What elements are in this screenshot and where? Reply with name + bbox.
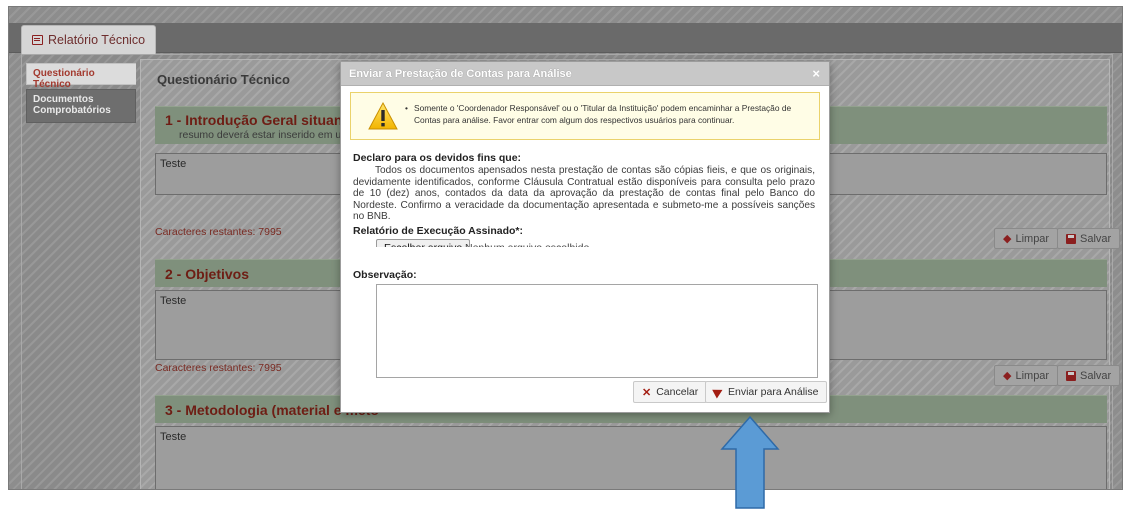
textarea-value: Teste: [160, 295, 187, 307]
textarea-value: Teste: [160, 158, 187, 170]
top-tab-bar: [9, 23, 1122, 53]
cancel-button[interactable]: ✕ Cancelar: [633, 381, 708, 403]
clear-button[interactable]: ◆ Limpar: [994, 365, 1059, 386]
dialog-title: Enviar a Prestação de Contas para Anális…: [349, 68, 572, 80]
close-icon[interactable]: ×: [812, 66, 820, 81]
submit-dialog: Enviar a Prestação de Contas para Anális…: [340, 61, 830, 413]
clear-button[interactable]: ◆ Limpar: [994, 228, 1059, 249]
section-textarea[interactable]: Teste: [155, 426, 1107, 489]
textarea-value: Teste: [160, 431, 187, 443]
floppy-icon: [1066, 370, 1076, 381]
screen: Relatório Técnico Questionário Técnico D…: [0, 0, 1131, 510]
dialog-header: Enviar a Prestação de Contas para Anális…: [341, 62, 829, 86]
vtab-questionario-tecnico[interactable]: Questionário Técnico: [26, 63, 136, 90]
tab-label: Relatório Técnico: [48, 33, 146, 47]
close-icon: ✕: [642, 386, 652, 399]
warning-icon: [368, 101, 398, 130]
report-icon: [32, 35, 43, 45]
warning-message: • Somente o 'Coordenador Responsável' ou…: [405, 103, 792, 125]
observacao-label: Observação:: [353, 269, 417, 281]
declaration-heading: Declaro para os devidos fins que:: [353, 152, 522, 164]
section-subtitle: resumo deverá estar inserido em um: [179, 129, 350, 141]
section-title: 2 - Objetivos: [165, 266, 250, 282]
declaration-text: Todos os documentos apensados nesta pres…: [353, 165, 815, 222]
eraser-icon: ◆: [1003, 233, 1012, 245]
remaining-chars: Caracteres restantes: 7995: [155, 362, 282, 374]
save-button[interactable]: Salvar: [1057, 228, 1121, 249]
panel-title: Questionário Técnico: [157, 72, 290, 87]
file-row-clip: [349, 247, 823, 257]
floppy-icon: [1066, 233, 1076, 244]
send-for-analysis-button[interactable]: Enviar para Análise: [705, 381, 828, 403]
warning-box: • Somente o 'Coordenador Responsável' ou…: [350, 92, 820, 140]
eraser-icon: ◆: [1003, 370, 1012, 382]
vtab-documentos-comprobatorios[interactable]: Documentos Comprobatórios: [26, 89, 136, 123]
save-button[interactable]: Salvar: [1057, 365, 1121, 386]
up-arrow-annotation: [720, 415, 780, 509]
tab-relatorio-tecnico[interactable]: Relatório Técnico: [21, 25, 157, 54]
remaining-chars: Caracteres restantes: 7995: [155, 226, 282, 238]
relatorio-label: Relatório de Execução Assinado*:: [353, 225, 523, 237]
send-icon: [712, 385, 725, 399]
observacao-textarea[interactable]: [376, 284, 818, 378]
